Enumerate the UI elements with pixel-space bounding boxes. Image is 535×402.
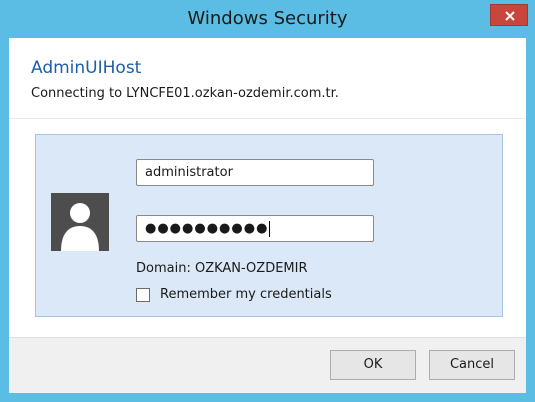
cancel-button[interactable]: Cancel [429, 350, 515, 380]
window-title: Windows Security [187, 8, 348, 29]
dialog-content: AdminUIHost Connecting to LYNCFE01.ozkan… [9, 38, 526, 393]
app-name-heading: AdminUIHost [31, 58, 142, 78]
title-bar[interactable]: Windows Security [0, 0, 535, 38]
windows-security-dialog: Windows Security AdminUIHost Connecting … [0, 0, 535, 402]
button-bar: OK Cancel [9, 337, 526, 393]
password-mask: ●●●●●●●●●● [145, 221, 269, 236]
remember-credentials-label[interactable]: Remember my credentials [160, 287, 332, 302]
close-icon [505, 11, 515, 21]
close-button[interactable] [490, 4, 528, 26]
ok-button[interactable]: OK [330, 350, 416, 380]
domain-label: Domain: OZKAN-OZDEMIR [136, 261, 308, 276]
user-silhouette-icon [51, 193, 109, 251]
separator [9, 118, 526, 119]
password-input[interactable]: ●●●●●●●●●● [136, 215, 374, 242]
connecting-message: Connecting to LYNCFE01.ozkan-ozdemir.com… [31, 86, 339, 101]
remember-credentials-checkbox[interactable] [136, 288, 150, 302]
credential-tile: administrator ●●●●●●●●●● Domain: OZKAN-O… [35, 134, 503, 317]
text-caret [269, 220, 271, 237]
username-input[interactable]: administrator [136, 159, 374, 186]
